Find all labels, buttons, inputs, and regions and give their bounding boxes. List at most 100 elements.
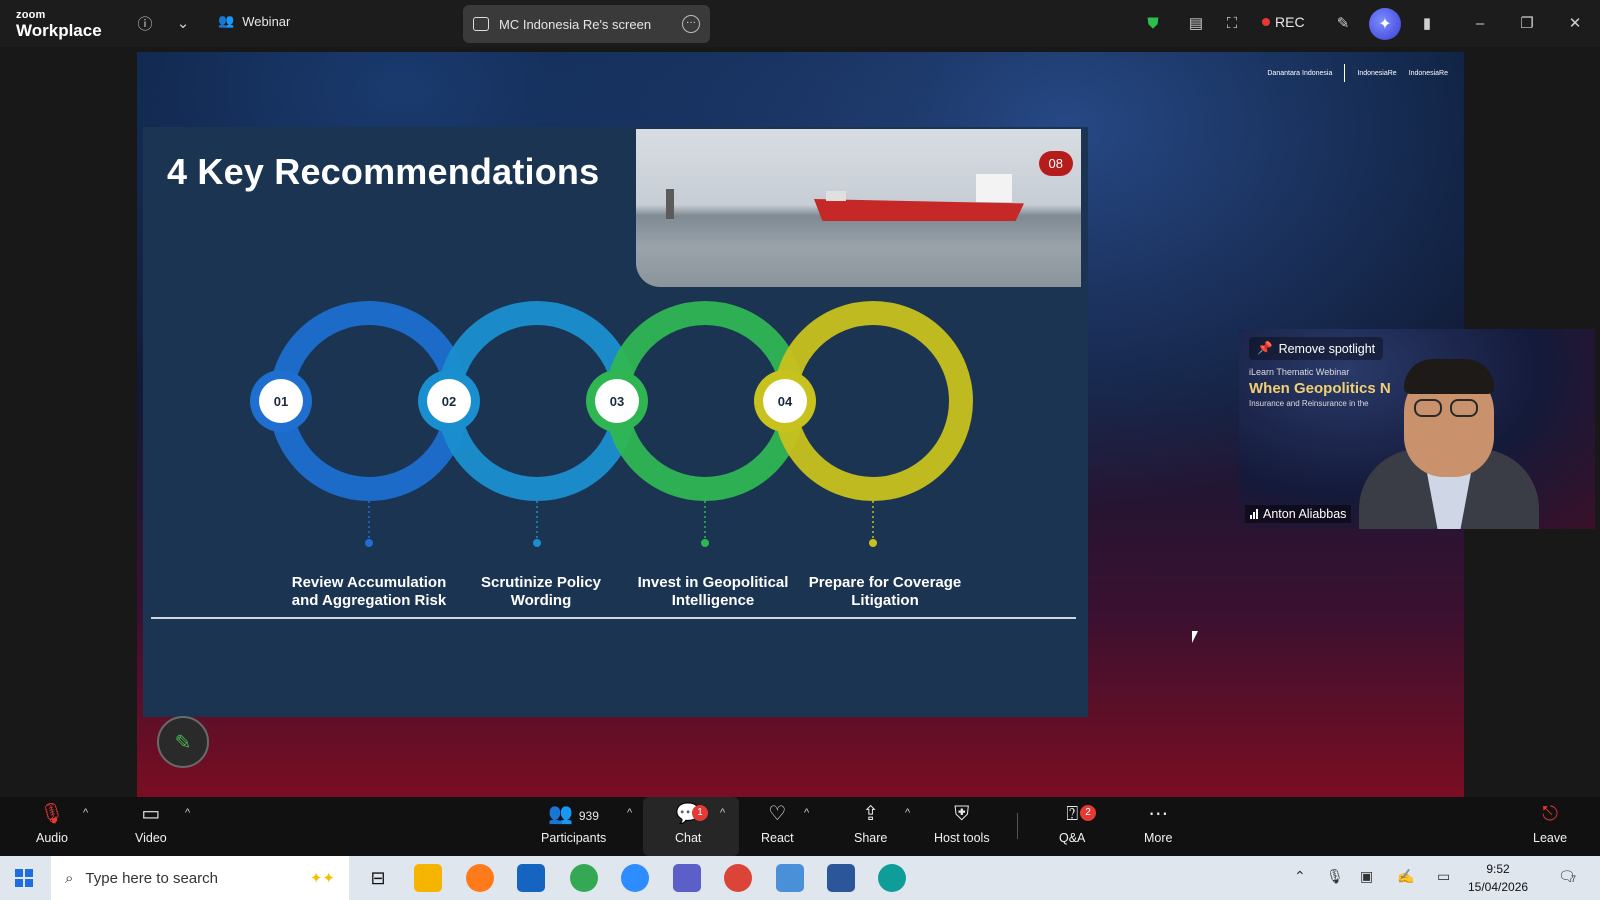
sparkle-icon: ✦: [1378, 16, 1392, 33]
notification-count: 7: [1571, 874, 1577, 884]
brand-bottom: Workplace: [16, 21, 102, 40]
signal-strength-icon: [1250, 509, 1258, 519]
recommendation-label-4: Prepare for Coverage Litigation: [800, 574, 970, 610]
recommendation-label-1: Review Accumulation and Aggregation Risk: [284, 574, 454, 610]
spotlight-video[interactable]: iLearn Thematic Webinar When Geopolitics…: [1239, 329, 1595, 529]
share-button[interactable]: ⇪ Share: [854, 802, 887, 845]
recommendation-2-line1: Scrutinize Policy: [480, 574, 602, 591]
sponsor-logos: Danantara Indonesia IndonesiaRe Indonesi…: [1267, 64, 1448, 82]
heart-icon: ♡: [768, 803, 787, 825]
host-tools-button[interactable]: ⛨ Host tools: [934, 802, 990, 845]
chrome-profile-icon[interactable]: [570, 864, 598, 892]
video-overlay-line1: iLearn Thematic Webinar: [1249, 367, 1350, 377]
task-view-icon[interactable]: ⊟: [364, 864, 392, 892]
shield-check-icon[interactable]: ⛊: [1141, 11, 1165, 35]
recommendation-4-line2: Litigation: [851, 592, 919, 609]
pen-tray-icon[interactable]: ✍: [1397, 868, 1414, 885]
video-options-caret-icon[interactable]: ^: [185, 807, 190, 819]
taskbar-clock[interactable]: 9:52 15/04/2026: [1468, 860, 1528, 896]
annotation-pencil-button[interactable]: ✎: [157, 716, 209, 768]
windows-taskbar: ⌕ Type here to search ✦✦ ⊟ ⌃ 🎙 ▣ ✍ ▭ 9:5…: [0, 856, 1600, 900]
participants-options-caret-icon[interactable]: ^: [627, 807, 632, 819]
recommendation-dot-4: [869, 539, 877, 547]
qa-icon: ⍰: [1066, 803, 1079, 825]
toolbar-separator: [1017, 813, 1018, 839]
remove-spotlight-label: Remove spotlight: [1278, 341, 1376, 356]
number-badge-label-2: 02: [442, 394, 456, 409]
leave-button[interactable]: ⎋ Leave: [1533, 802, 1567, 845]
people-icon: 👥: [218, 13, 235, 28]
display-tray-icon[interactable]: ▣: [1360, 868, 1373, 885]
qa-badge: 2: [1080, 805, 1096, 821]
recommendation-dot-1: [365, 539, 373, 547]
captions-icon[interactable]: ▤: [1184, 11, 1208, 35]
logo-indonesiare: IndonesiaRe: [1357, 69, 1397, 77]
more-label: More: [1144, 831, 1173, 845]
zoom-app-icon[interactable]: [621, 864, 649, 892]
remove-spotlight-button[interactable]: 📌 Remove spotlight: [1249, 337, 1384, 360]
recommendation-1-line2: and Aggregation Risk: [291, 592, 447, 609]
outlook-icon[interactable]: [517, 864, 545, 892]
audio-options-caret-icon[interactable]: ^: [83, 807, 88, 819]
audio-label: Audio: [36, 831, 68, 845]
shared-screen-tab[interactable]: MC Indonesia Re's screen ···: [463, 5, 710, 43]
word-icon[interactable]: [827, 864, 855, 892]
battery-tray-icon[interactable]: ▭: [1437, 868, 1450, 885]
windows-start-icon[interactable]: [15, 869, 33, 887]
focus-icon[interactable]: ⛶: [1220, 11, 1244, 35]
react-options-caret-icon[interactable]: ^: [804, 807, 809, 819]
video-overlay-line3: Insurance and Reinsurance in the: [1249, 399, 1369, 408]
leave-label: Leave: [1533, 831, 1568, 845]
chrome-icon[interactable]: [724, 864, 752, 892]
video-button[interactable]: ▭ Video: [135, 802, 167, 845]
minimize-icon[interactable]: –: [1468, 11, 1492, 35]
video-label: Video: [135, 831, 167, 845]
close-icon[interactable]: ✕: [1563, 11, 1587, 35]
rec-label: REC: [1275, 14, 1305, 30]
presentation-slide: 4 Key Recommendations 08 01 02 03 04 Review…: [143, 127, 1088, 717]
recommendation-rings: 01 02 03 04: [250, 301, 973, 547]
chevron-down-icon[interactable]: ⌄: [171, 11, 195, 35]
teams-icon[interactable]: [673, 864, 701, 892]
taskbar-search-box[interactable]: ⌕ Type here to search ✦✦: [51, 856, 349, 900]
zoom-logo: zoom Workplace: [16, 10, 102, 40]
recommendation-label-3: Invest in Geopolitical Intelligence: [628, 574, 798, 610]
ai-companion-button[interactable]: ✦: [1369, 8, 1401, 40]
logo-danantara: Danantara Indonesia: [1267, 69, 1333, 77]
react-button[interactable]: ♡ React: [761, 802, 794, 845]
annotate-pencil-icon[interactable]: ✎: [1331, 11, 1355, 35]
restore-icon[interactable]: ❐: [1515, 11, 1539, 35]
record-dot-icon: [1262, 18, 1270, 26]
edge-icon[interactable]: [878, 864, 906, 892]
recommendation-2-line2: Wording: [510, 592, 572, 609]
pencil-icon: ✎: [174, 731, 192, 754]
photos-icon[interactable]: [776, 864, 804, 892]
share-options-caret-icon[interactable]: ^: [905, 807, 910, 819]
search-highlight-icon: ✦✦: [309, 870, 335, 887]
screen-share-icon: [473, 17, 489, 31]
recording-indicator[interactable]: REC: [1262, 14, 1305, 30]
title-bar: zoom Workplace ⓘ ⌄ 👥 Webinar MC Indonesi…: [0, 0, 1600, 47]
audio-button[interactable]: 🎙 Audio: [36, 802, 68, 845]
firefox-icon[interactable]: [466, 864, 494, 892]
microphone-tray-icon[interactable]: 🎙: [1326, 868, 1344, 885]
file-explorer-icon[interactable]: [414, 864, 442, 892]
webinar-label: 👥 Webinar: [218, 13, 290, 29]
share-screen-icon: ⇪: [862, 803, 880, 825]
slide-divider: [151, 617, 1076, 619]
tray-chevron-icon[interactable]: ⌃: [1294, 868, 1306, 885]
meeting-toolbar: 🎙 Audio ^ ▭ Video ^ 👥 939 Participants ^…: [0, 797, 1600, 856]
presenter-glasses: [1414, 399, 1484, 417]
side-panel-icon[interactable]: ▮: [1415, 11, 1439, 35]
host-tools-label: Host tools: [934, 831, 990, 845]
more-button[interactable]: ⋯ More: [1144, 802, 1172, 845]
pin-icon: 📌: [1257, 341, 1273, 355]
more-options-icon[interactable]: ···: [682, 15, 700, 33]
chat-options-caret-icon[interactable]: ^: [720, 807, 725, 819]
participants-button[interactable]: 👥 939 Participants: [541, 802, 606, 845]
recommendation-label-2: Scrutinize Policy Wording: [456, 574, 626, 610]
logo-separator: [1344, 64, 1346, 82]
muted-mic-icon: 🎙: [39, 803, 65, 825]
info-icon[interactable]: ⓘ: [133, 11, 157, 35]
search-placeholder: Type here to search: [85, 869, 218, 887]
